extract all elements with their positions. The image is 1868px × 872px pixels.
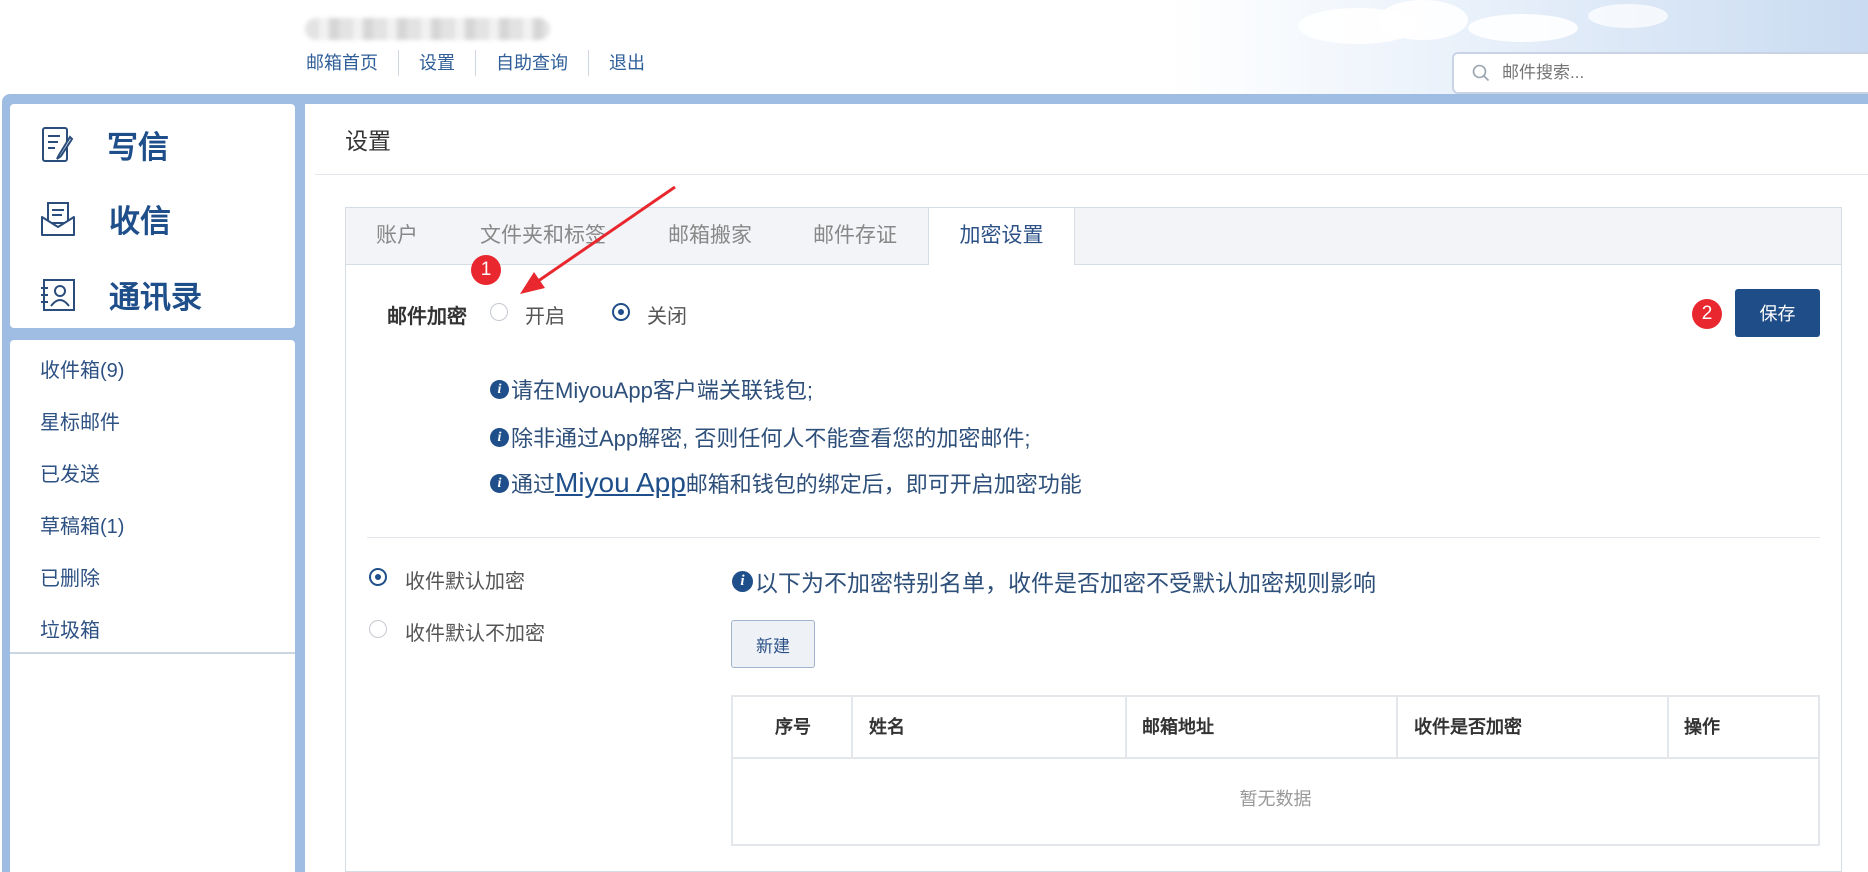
col-email: 邮箱地址 xyxy=(1142,717,1214,737)
info-text-3-prefix: 通过 xyxy=(511,472,556,497)
tab-mail-evidence[interactable]: 邮件存证 xyxy=(813,208,897,264)
folder-deleted[interactable]: 已删除 xyxy=(40,562,100,591)
save-button[interactable]: 保存 xyxy=(1735,289,1820,337)
folder-drafts[interactable]: 草稿箱(1) xyxy=(40,510,124,539)
page-title: 设置 xyxy=(345,128,391,154)
compose-icon xyxy=(42,126,74,162)
mail-search-box[interactable] xyxy=(1452,52,1868,94)
sidebar-divider xyxy=(10,652,295,654)
tab-folders-labels[interactable]: 文件夹和标签 xyxy=(480,208,606,264)
receive-label: 收信 xyxy=(109,204,171,239)
contacts-label: 通讯录 xyxy=(109,280,202,315)
whitelist-note-text: 以下为不加密特别名单，收件是否加密不受默认加密规则影响 xyxy=(755,570,1376,596)
encryption-label: 邮件加密 xyxy=(387,306,467,328)
info-icon: i xyxy=(490,473,509,493)
radio-receive-encrypted[interactable] xyxy=(369,568,387,586)
column-divider xyxy=(1125,697,1127,757)
radio-encryption-on[interactable] xyxy=(490,303,508,321)
table-empty-text: 暂无数据 xyxy=(1239,789,1312,809)
nav-settings[interactable]: 设置 xyxy=(399,50,476,76)
radio-encryption-off-label[interactable]: 关闭 xyxy=(647,300,687,329)
nav-self-service[interactable]: 自助查询 xyxy=(476,50,589,76)
whitelist-note: i 以下为不加密特别名单，收件是否加密不受默认加密规则影响 xyxy=(732,564,1376,598)
info-line-2: i 除非通过App解密, 否则任何人不能查看您的加密邮件; xyxy=(490,421,1030,453)
section-divider xyxy=(367,537,1820,538)
new-button[interactable]: 新建 xyxy=(731,620,815,668)
search-icon xyxy=(1472,64,1490,82)
col-name: 姓名 xyxy=(869,717,905,737)
info-line-1: i 请在MiyouApp客户端关联钱包; xyxy=(490,373,813,405)
search-input[interactable] xyxy=(1500,62,1864,84)
info-icon: i xyxy=(490,379,509,399)
info-text-3-suffix: 邮箱和钱包的绑定后，即可开启加密功能 xyxy=(685,472,1082,497)
radio-receive-encrypted-label[interactable]: 收件默认加密 xyxy=(405,565,525,594)
table-header-row: 序号 姓名 邮箱地址 收件是否加密 操作 xyxy=(733,697,1818,759)
column-divider xyxy=(851,697,853,757)
info-line-3: i 通过 Miyou App 邮箱和钱包的绑定后，即可开启加密功能 xyxy=(490,467,1082,499)
contacts-icon xyxy=(41,278,75,311)
column-divider xyxy=(1396,697,1398,757)
receive-button[interactable]: 收信 xyxy=(40,196,171,241)
nav-mail-home[interactable]: 邮箱首页 xyxy=(306,50,399,76)
tab-mailbox-migration[interactable]: 邮箱搬家 xyxy=(668,208,752,264)
contacts-button[interactable]: 通讯录 xyxy=(40,272,202,317)
tab-account[interactable]: 账户 xyxy=(376,208,418,264)
column-divider xyxy=(1667,697,1669,757)
radio-encryption-on-label[interactable]: 开启 xyxy=(525,300,565,329)
annotation-badge-2: 2 xyxy=(1692,299,1722,329)
title-divider xyxy=(315,174,1868,175)
tab-encryption-settings[interactable]: 加密设置 xyxy=(928,208,1075,265)
folder-starred[interactable]: 星标邮件 xyxy=(40,406,120,435)
folder-inbox[interactable]: 收件箱(9) xyxy=(40,354,124,383)
info-text-2: 除非通过App解密, 否则任何人不能查看您的加密邮件; xyxy=(511,426,1031,451)
inbox-envelope-icon xyxy=(41,201,75,236)
whitelist-table: 序号 姓名 邮箱地址 收件是否加密 操作 暂无数据 xyxy=(731,695,1820,846)
top-nav: 邮箱首页 设置 自助查询 退出 xyxy=(306,50,665,76)
col-encrypted: 收件是否加密 xyxy=(1414,717,1522,737)
info-text-1: 请在MiyouApp客户端关联钱包; xyxy=(511,378,813,403)
miyou-app-link[interactable]: Miyou App xyxy=(555,467,686,499)
annotation-badge-1: 1 xyxy=(471,255,501,285)
folder-spam[interactable]: 垃圾箱 xyxy=(40,614,100,643)
radio-encryption-off[interactable] xyxy=(612,303,630,321)
folder-sent[interactable]: 已发送 xyxy=(40,458,100,487)
col-index: 序号 xyxy=(775,717,811,737)
info-icon: i xyxy=(490,427,509,447)
blurred-account-name xyxy=(305,18,550,40)
radio-receive-unencrypted-label[interactable]: 收件默认不加密 xyxy=(405,617,545,646)
info-icon: i xyxy=(732,570,753,592)
nav-logout[interactable]: 退出 xyxy=(589,50,665,76)
compose-button[interactable]: 写信 xyxy=(40,122,169,167)
compose-label: 写信 xyxy=(107,130,169,165)
col-actions: 操作 xyxy=(1684,717,1720,737)
radio-receive-unencrypted[interactable] xyxy=(369,620,387,638)
